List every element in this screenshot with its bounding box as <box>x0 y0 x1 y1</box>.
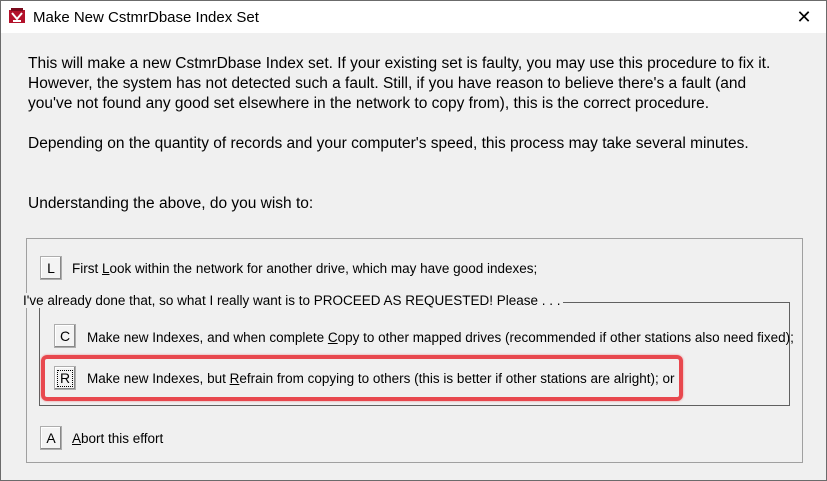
abort-label-hotkey: A <box>72 431 82 446</box>
intro-paragraph: This will make a new CstmrDbase Index se… <box>28 55 771 112</box>
copy-option-label: Make new Indexes, and when complete Copy… <box>87 330 794 345</box>
look-option-label: First Look within the network for anothe… <box>72 261 537 276</box>
copy-label-pre: Make new Indexes, and when complete <box>87 330 328 345</box>
look-button-key: L <box>47 260 55 276</box>
question-paragraph: Understanding the above, do you wish to: <box>28 195 314 212</box>
title-bar[interactable]: Make New CstmrDbase Index Set ✕ <box>1 1 826 33</box>
abort-button[interactable]: A <box>40 426 62 450</box>
dialog-window: Make New CstmrDbase Index Set ✕ This wil… <box>0 0 827 481</box>
look-label-pre: First <box>72 261 102 276</box>
copy-label-hotkey: C <box>327 330 338 345</box>
look-button[interactable]: L <box>40 256 62 280</box>
look-label-post: ook within the network for another drive… <box>109 261 538 276</box>
abort-label-post: bort this effort <box>81 431 164 446</box>
refrain-button[interactable]: R <box>54 366 76 390</box>
refrain-option-label: Make new Indexes, but Refrain from copyi… <box>87 371 675 386</box>
look-label-hotkey: L <box>102 261 110 276</box>
abort-option-label: Abort this effort <box>72 431 163 446</box>
copy-label-post: opy to other mapped drives (recommended … <box>337 330 794 345</box>
refrain-label-pre: Make new Indexes, but <box>87 371 230 386</box>
close-button[interactable]: ✕ <box>782 1 826 33</box>
window-title: Make New CstmrDbase Index Set <box>33 9 259 26</box>
copy-button-key: C <box>59 328 71 344</box>
duration-paragraph: Depending on the quantity of records and… <box>28 135 749 152</box>
refrain-label-hotkey: R <box>229 371 240 386</box>
refrain-label-post: efrain from copying to others (this is b… <box>239 371 675 386</box>
refrain-button-key: R <box>56 369 74 387</box>
close-icon: ✕ <box>796 6 812 27</box>
abort-button-key: A <box>46 430 56 446</box>
proceed-group-label: I've already done that, so what I really… <box>21 293 563 308</box>
app-icon <box>9 8 25 23</box>
copy-button[interactable]: C <box>54 324 76 348</box>
